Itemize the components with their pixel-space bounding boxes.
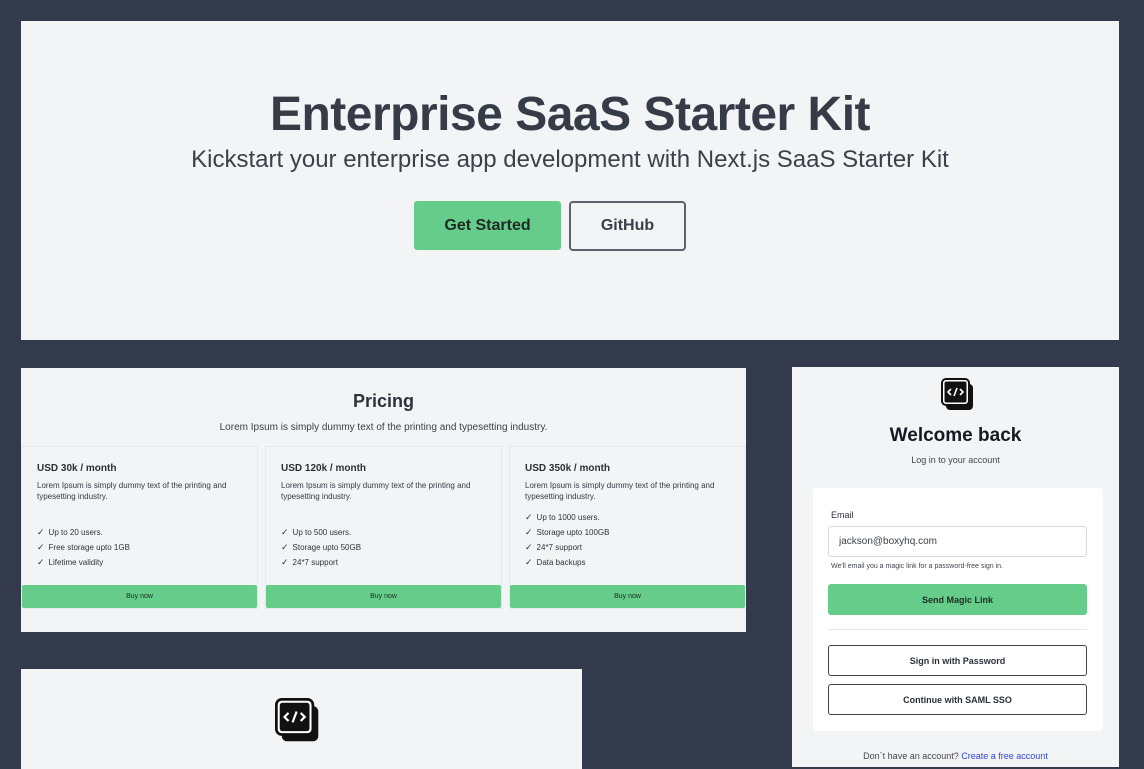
plan-features: ✓ Up to 20 users. ✓ Free storage upto 1GB …: [37, 525, 130, 570]
buy-now-button[interactable]: Buy now: [266, 585, 501, 608]
feature-item: ✓ Storage upto 100GB: [525, 525, 610, 540]
hero-title: Enterprise SaaS Starter Kit: [269, 88, 871, 141]
check-icon: ✓: [281, 542, 289, 552]
email-label: Email: [831, 510, 854, 520]
buy-now-button[interactable]: Buy now: [510, 585, 745, 608]
hero-section: Enterprise SaaS Starter Kit Kickstart yo…: [21, 21, 1119, 340]
feature-item: ✓ Up to 20 users.: [37, 525, 130, 540]
check-icon: ✓: [281, 527, 289, 537]
hero-subtitle: Kickstart your enterprise app developmen…: [191, 146, 949, 173]
plan-price: USD 120k / month: [281, 463, 367, 474]
send-magic-link-button[interactable]: Send Magic Link: [828, 584, 1087, 615]
github-button[interactable]: GitHub: [569, 201, 686, 251]
signup-prompt: Don`t have an account? Create a free acc…: [792, 751, 1119, 761]
plan-description: Lorem Ipsum is simply dummy text of the …: [525, 481, 715, 501]
feature-item: ✓ Data backups: [525, 555, 610, 570]
get-started-button[interactable]: Get Started: [414, 201, 561, 250]
buy-now-button[interactable]: Buy now: [22, 585, 257, 608]
feature-label: Up to 20 users.: [48, 528, 103, 537]
code-brackets-logo-icon: [275, 698, 321, 749]
plan-price: USD 30k / month: [37, 463, 117, 474]
feature-label: 24*7 support: [536, 543, 582, 552]
check-icon: ✓: [525, 512, 533, 522]
check-icon: ✓: [37, 557, 45, 567]
feature-label: Lifetime validity: [48, 558, 104, 567]
welcome-subtitle: Log in to your account: [911, 455, 1000, 465]
check-icon: ✓: [37, 527, 45, 537]
feature-item: ✓ Storage upto 50GB: [281, 540, 361, 555]
email-hint: We'll email you a magic link for a passw…: [831, 563, 1003, 570]
plan-features: ✓ Up to 1000 users. ✓ Storage upto 100GB ✓…: [525, 510, 610, 570]
plan-description: Lorem Ipsum is simply dummy text of the …: [281, 481, 471, 501]
feature-item: ✓ 24*7 support: [281, 555, 361, 570]
email-input[interactable]: [828, 526, 1087, 557]
feature-label: Data backups: [536, 558, 586, 567]
welcome-title: Welcome back: [889, 425, 1022, 446]
create-account-link[interactable]: Create a free account: [961, 751, 1048, 761]
bottom-section: [21, 669, 582, 769]
pricing-title: Pricing: [352, 391, 414, 411]
pricing-subtitle: Lorem Ipsum is simply dummy text of the …: [219, 422, 548, 433]
plan-description: Lorem Ipsum is simply dummy text of the …: [37, 481, 227, 501]
plan-features: ✓ Up to 500 users. ✓ Storage upto 50GB ✓ 24…: [281, 525, 361, 570]
plan-card: USD 120k / month Lorem Ipsum is simply d…: [265, 446, 502, 609]
feature-label: Up to 500 users.: [292, 528, 352, 537]
feature-item: ✓ Lifetime validity: [37, 555, 130, 570]
check-icon: ✓: [37, 542, 45, 552]
feature-label: Storage upto 50GB: [292, 543, 362, 552]
plan-card: USD 30k / month Lorem Ipsum is simply du…: [21, 446, 258, 609]
check-icon: ✓: [525, 527, 533, 537]
check-icon: ✓: [525, 542, 533, 552]
code-brackets-logo-icon: [941, 378, 975, 417]
feature-label: Free storage upto 1GB: [48, 543, 130, 552]
plan-price: USD 350k / month: [525, 463, 611, 474]
saml-sso-button[interactable]: Continue with SAML SSO: [828, 684, 1087, 715]
feature-label: Up to 1000 users.: [536, 513, 600, 522]
feature-label: 24*7 support: [292, 558, 338, 567]
feature-item: ✓ 24*7 support: [525, 540, 610, 555]
feature-item: ✓ Up to 500 users.: [281, 525, 361, 540]
signup-text: Don`t have an account?: [863, 751, 959, 761]
plan-card: USD 350k / month Lorem Ipsum is simply d…: [509, 446, 746, 609]
feature-item: ✓ Free storage upto 1GB: [37, 540, 130, 555]
login-card: Email We'll email you a magic link for a…: [813, 488, 1103, 731]
feature-item: ✓ Up to 1000 users.: [525, 510, 610, 525]
check-icon: ✓: [281, 557, 289, 567]
login-section: Welcome back Log in to your account Emai…: [792, 367, 1119, 767]
check-icon: ✓: [525, 557, 533, 567]
feature-label: Storage upto 100GB: [536, 528, 610, 537]
sign-in-password-button[interactable]: Sign in with Password: [828, 645, 1087, 676]
pricing-section: Pricing Lorem Ipsum is simply dummy text…: [21, 368, 746, 632]
divider: [828, 629, 1087, 630]
